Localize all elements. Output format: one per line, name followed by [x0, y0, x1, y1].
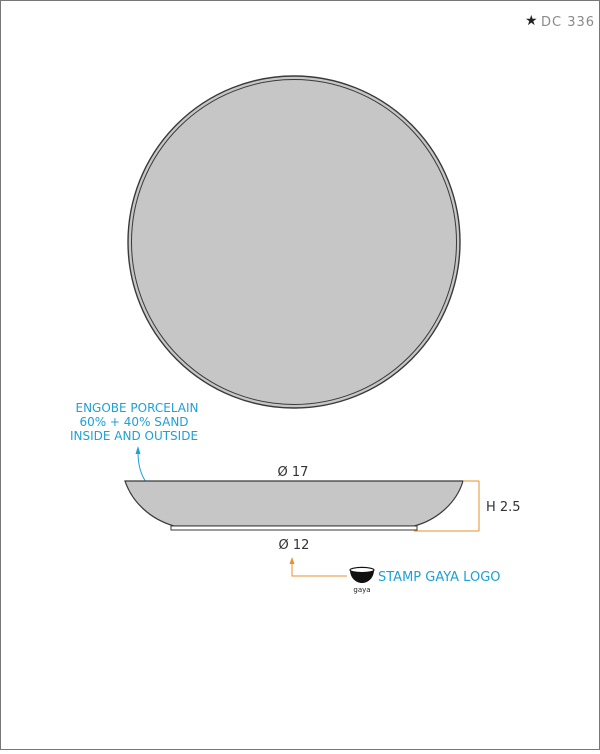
bottom-diameter-label: Ø 12 [279, 538, 310, 553]
top-diameter-label: Ø 17 [278, 465, 309, 480]
plate-outer-rim [127, 75, 461, 409]
material-line-1: ENGOBE PORCELAIN [76, 401, 199, 415]
gaya-bowl-rim [349, 566, 375, 574]
height-label: H 2.5 [486, 500, 521, 515]
drawing-sheet: ★ DC 336 ENGOBE PORCELAIN 60% + 40% SAND… [0, 0, 600, 750]
plate-profile [124, 480, 464, 527]
plate-side-view [124, 480, 464, 531]
plate-top-view [127, 75, 461, 409]
material-note: ENGOBE PORCELAIN 60% + 40% SAND INSIDE A… [70, 401, 199, 443]
material-line-2: 60% + 40% SAND [79, 415, 188, 429]
star-icon: ★ [525, 13, 538, 29]
product-code: DC 336 [541, 15, 595, 30]
technical-drawing: ★ DC 336 ENGOBE PORCELAIN 60% + 40% SAND… [0, 0, 600, 750]
plate-foot [170, 525, 418, 531]
material-line-3: INSIDE AND OUTSIDE [70, 429, 198, 443]
gaya-logo-text: gaya [353, 586, 370, 594]
stamp-label: STAMP GAYA LOGO [378, 570, 501, 585]
